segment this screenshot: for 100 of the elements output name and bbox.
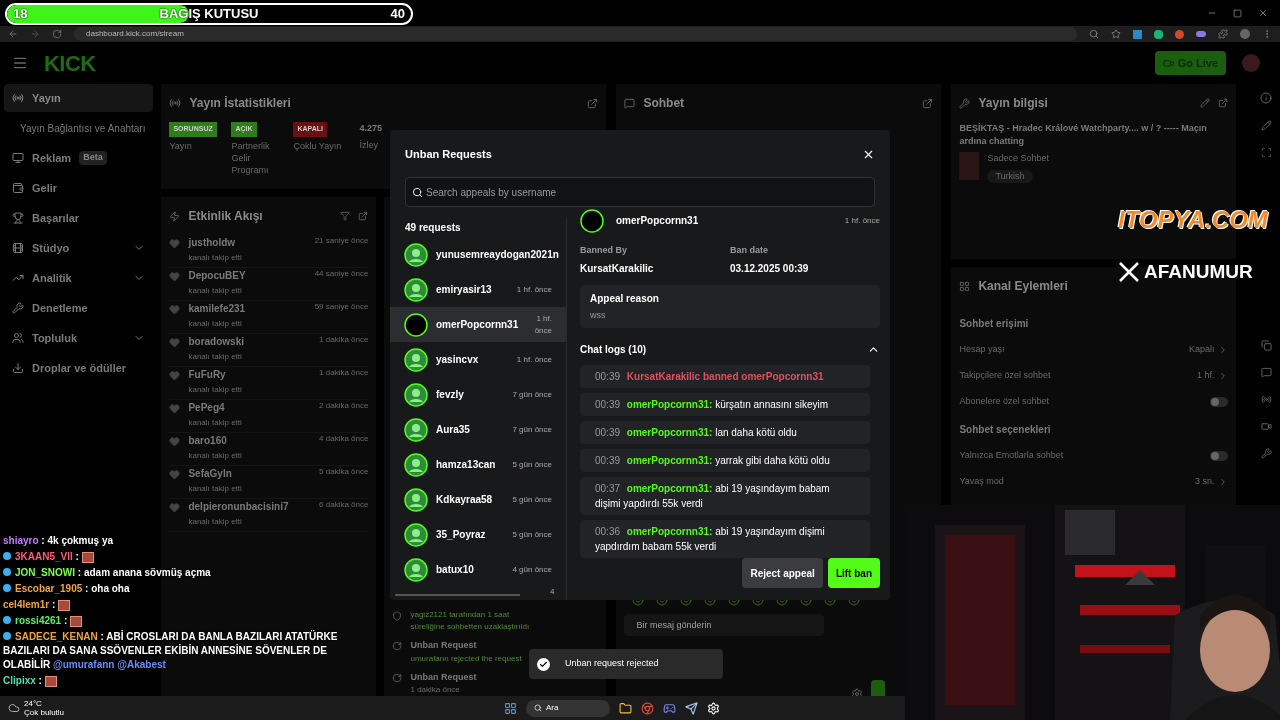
request-time: 1 hf. önce (533, 312, 552, 337)
request-time: 1 hf. önce (515, 283, 552, 296)
stat-label: Yayın (169, 139, 193, 152)
event-time: 59 saniye önce (314, 301, 369, 313)
address-bar[interactable]: dashboard.kick.com/stream (74, 27, 1077, 41)
event-time: 44 saniye önce (314, 268, 369, 280)
panel-title: Yayın İstatistikleri (189, 95, 291, 112)
stat-label: Çoklu Yayın (293, 139, 343, 152)
setting-label: Abonelere özel sohbet (959, 395, 1050, 409)
log-entry: 00:36 omerPopcornn31: abi 19 yaşındayım dişimi yapdırdım babam 55k verdi (580, 520, 870, 558)
event-action: kanalı takip etti (188, 516, 243, 528)
dialog-title: Unban Requests (405, 146, 492, 162)
setting-label: Hesap yaşı (959, 343, 1005, 357)
request-item[interactable]: 35_Poyraz 5 gün önce (390, 517, 566, 552)
event-action: kanalı takip etti (188, 384, 243, 396)
chat-message: shiayro : 4k çokmuş ya (3, 534, 115, 548)
language-tag: Turkish (987, 169, 1033, 183)
section-title: Sohbet seçenekleri (959, 422, 1052, 437)
request-item[interactable]: batux10 4 gün önce (390, 552, 566, 587)
search-field[interactable]: Search appeals by username (405, 177, 875, 207)
sidebar-item[interactable]: Yayın (4, 84, 154, 112)
sidebar-item[interactable]: Gelir (4, 174, 154, 202)
stat-label: İzley (359, 138, 379, 152)
follower-name: boradowski (188, 335, 245, 349)
message-field[interactable]: Bir mesaj gönderin (624, 614, 825, 636)
toast-text: Unban request rejected (565, 657, 659, 671)
event-time: 4 dakika önce (319, 433, 369, 445)
panel-title: Yayın bilgisi (978, 95, 1048, 112)
follower-name: SefaGyln (188, 467, 232, 481)
sidebar-item[interactable]: Droplar ve ödüller (4, 354, 154, 382)
taskbar-search[interactable]: Ara (526, 699, 611, 717)
panel-title: Kanal Eylemleri (978, 278, 1068, 295)
donation-goal: 40 (390, 5, 405, 24)
field-value: 03.12.2025 00:39 (730, 262, 810, 276)
request-item[interactable]: emiryasir13 1 hf. önce (390, 272, 566, 307)
user-name: omerPopcornn31 (616, 214, 699, 229)
request-time: 5 gün önce (511, 493, 552, 506)
field-label: Banned By (580, 244, 628, 258)
event-time: 21 saniye önce (314, 235, 369, 247)
sidebar-item[interactable]: Yayın Bağlantısı ve Anahtarı (4, 114, 154, 142)
log-title: Unban Request (410, 670, 477, 684)
setting-label: Takipçilere özel sohbet (959, 369, 1051, 383)
request-item[interactable]: hamza13can 5 gün önce (390, 447, 566, 482)
weather-text: Çok bulutlu (24, 708, 65, 717)
event-time: 1 dakika önce (319, 334, 369, 346)
follower-name: baro160 (188, 434, 227, 448)
sponsor-logo: ITOPYA.COM (1118, 208, 1268, 232)
log-entry: 00:39 omerPopcornn31: lan daha kötü oldu (580, 421, 870, 444)
sidebar-item[interactable]: Başarılar (4, 204, 154, 232)
request-time: 7 gün önce (511, 388, 552, 401)
request-item[interactable]: fevzly 7 gün önce (390, 377, 566, 412)
request-time: 1 hf. önce (844, 214, 880, 227)
request-time: 5 gün önce (511, 528, 552, 541)
section-title: Chat logs (10) (580, 343, 647, 358)
sidebar-item[interactable]: Stüdyo (4, 234, 154, 262)
event-action: kanalı takip etti (188, 318, 243, 330)
log-entry: 00:39 omerPopcornn31: yarrak gibi daha kötü oldu (580, 449, 870, 472)
beta-badge: Beta (79, 151, 107, 165)
request-item[interactable]: yasincvx 1 hf. önce (390, 342, 566, 377)
log-text: umurafann rejected the request (410, 652, 523, 665)
sidebar-item[interactable]: Reklam Beta (4, 144, 154, 172)
lift-ban-button[interactable]: Lift ban (827, 558, 880, 588)
request-item[interactable]: omerPopcornn31 1 hf. önce (390, 307, 566, 342)
request-item[interactable]: Kdkayraa58 5 gün önce (390, 482, 566, 517)
chat-message: SADECE_KENAN : ABİ CROSLARI DA BANLA BAZILARI ATATÜRKE BAZILARI DA SANA SSÖVENLER EKİBİN ANNESİNE SÖVENLER DE OLABİLİR @umurafann @Akabest (3, 630, 339, 672)
weather-temp: 24°C (24, 699, 43, 708)
section-title: Sohbet erişimi (959, 316, 1030, 331)
viewer-count: 4.275 (359, 122, 382, 135)
stat-label: Partnerlik Gelir Programı (231, 139, 271, 176)
sidebar-item[interactable]: Analitik (4, 264, 154, 292)
field-value: KursatKarakilic (580, 262, 655, 276)
panel-title: Sohbet (643, 95, 685, 112)
request-time: 4 gün önce (511, 563, 552, 576)
log-title: Unban Request (410, 639, 478, 652)
chat-message: 3KAAN5_VII : (3, 550, 358, 564)
follower-name: FuFuRy (188, 368, 226, 382)
chat-message: cel4lem1r : (3, 598, 358, 612)
event-action: kanalı takip etti (188, 252, 243, 264)
setting-label: Yavaş mod (959, 475, 1004, 489)
reject-button[interactable]: Reject appeal (742, 558, 823, 588)
request-item[interactable]: Aura35 7 gün önce (390, 412, 566, 447)
event-time: 2 dakika önce (319, 400, 369, 412)
page-marker: 4 (550, 586, 555, 598)
chat-message: Clipixx : (3, 674, 358, 688)
field-label: Ban date (730, 244, 769, 258)
request-time: 5 gün önce (511, 458, 552, 471)
follower-name: justholdw (188, 236, 236, 250)
chat-message: Escobar_1905 : oha oha (3, 582, 358, 596)
sidebar-item[interactable]: Denetleme (4, 294, 154, 322)
log-time: 1 dakika önce (410, 684, 461, 696)
event-action: kanalı takip etti (188, 351, 243, 363)
event-action: kanalı takip etti (188, 417, 243, 429)
stream-title: BEŞİKTAŞ - Hradec Králové Watchparty.... w / ? ----- Maçın ardına chatting (959, 122, 1208, 148)
follower-name: kamilefe231 (188, 302, 246, 316)
request-count: 49 requests (404, 220, 462, 235)
log-text: yagiz2121 tarafından 1 saat süreliğine sohbetten uzaklaştırıldı (410, 609, 531, 633)
setting-value: Kapalı (1188, 343, 1215, 357)
request-item[interactable]: yunusemreaydogan2021n (390, 237, 566, 272)
sidebar-item[interactable]: Topluluk (4, 324, 154, 352)
social-handle: AFANUMUR (1144, 260, 1253, 284)
